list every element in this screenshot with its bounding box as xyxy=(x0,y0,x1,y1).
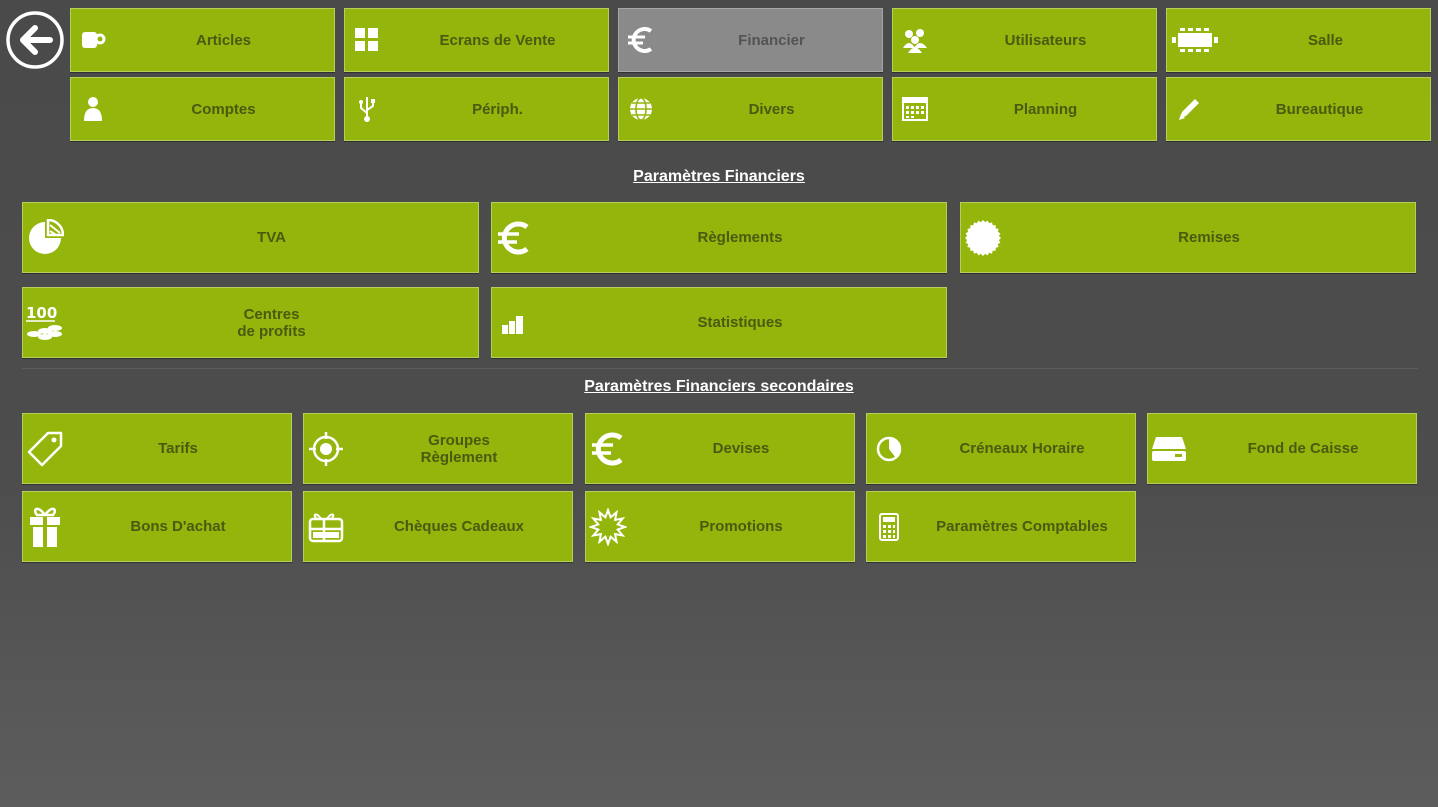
tile-label: Promotions xyxy=(699,518,783,535)
bar-chart-icon xyxy=(494,303,534,343)
devises-button[interactable]: Devises xyxy=(585,413,855,484)
nav-tab-articles[interactable]: Articles xyxy=(70,8,335,72)
nav-tab-label: Utilisateurs xyxy=(1004,31,1087,49)
pencil-icon xyxy=(1169,89,1209,129)
calendar-icon xyxy=(895,89,935,129)
nav-tab-label: Bureautique xyxy=(1275,100,1364,118)
arrow-left-circle-icon xyxy=(6,11,64,69)
calculator-icon xyxy=(869,507,909,547)
promotions-button[interactable]: Promotions xyxy=(585,491,855,562)
cash-drawer-icon xyxy=(1150,429,1190,469)
tile-label: Tarifs xyxy=(158,440,198,457)
euro-icon xyxy=(588,429,628,469)
nav-tab-label: Comptes xyxy=(191,100,256,118)
centres-de-profits-button[interactable]: 100 Centres de profits xyxy=(22,287,479,358)
section-title-parametres-financiers: Paramètres Financiers xyxy=(633,168,805,185)
nav-tab-utilisateurs[interactable]: Utilisateurs xyxy=(892,8,1157,72)
tile-label: Créneaux Horaire xyxy=(959,440,1085,457)
nav-tab-comptes[interactable]: Comptes xyxy=(70,77,335,141)
tarifs-button[interactable]: Tarifs xyxy=(22,413,292,484)
gift-icon xyxy=(25,507,65,547)
cup-icon xyxy=(73,20,113,60)
reglements-button[interactable]: Règlements xyxy=(491,202,947,273)
user-icon xyxy=(73,89,113,129)
nav-tab-label: Salle xyxy=(1307,31,1344,49)
bons-d-achat-button[interactable]: Bons D'achat xyxy=(22,491,292,562)
nav-tab-ecrans-de-vente[interactable]: Ecrans de Vente xyxy=(344,8,609,72)
users-icon xyxy=(895,20,935,60)
remises-button[interactable]: Remises xyxy=(960,202,1416,273)
nav-tab-divers[interactable]: Divers xyxy=(618,77,883,141)
nav-tab-label: Financier xyxy=(738,31,805,49)
tile-label: Paramètres Comptables xyxy=(936,518,1108,535)
tag-icon xyxy=(25,429,65,469)
table-icon xyxy=(1169,20,1221,60)
globe-icon xyxy=(621,89,661,129)
tile-label: Bons D'achat xyxy=(130,518,226,535)
tile-label: Statistiques xyxy=(697,314,783,331)
section-title-parametres-financiers-secondaires: Paramètres Financiers secondaires xyxy=(584,378,854,395)
target-icon xyxy=(306,429,346,469)
groupes-reglement-button[interactable]: Groupes Règlement xyxy=(303,413,573,484)
nav-tab-bureautique[interactable]: Bureautique xyxy=(1166,77,1431,141)
starburst-icon xyxy=(588,507,628,547)
usb-icon xyxy=(347,89,387,129)
tile-label: Chèques Cadeaux xyxy=(393,518,525,535)
parametres-comptables-button[interactable]: Paramètres Comptables xyxy=(866,491,1136,562)
grid-icon xyxy=(347,20,387,60)
tile-label: Fond de Caisse xyxy=(1247,440,1359,457)
section-divider xyxy=(22,368,1418,369)
creneaux-horaire-button[interactable]: Créneaux Horaire xyxy=(866,413,1136,484)
tile-label: TVA xyxy=(257,229,286,246)
nav-tab-label: Ecrans de Vente xyxy=(439,31,556,49)
statistiques-button[interactable]: Statistiques xyxy=(491,287,947,358)
tile-label: Groupes Règlement xyxy=(420,431,498,466)
nav-tab-planning[interactable]: Planning xyxy=(892,77,1157,141)
clock-pie-icon xyxy=(869,429,909,469)
gift-card-icon xyxy=(306,507,346,547)
nav-tab-label: Divers xyxy=(748,100,795,118)
tile-label: Devises xyxy=(712,440,770,457)
nav-tab-label: Planning xyxy=(1013,100,1078,118)
nav-tab-financier[interactable]: Financier xyxy=(618,8,883,72)
badge-icon xyxy=(963,218,1003,258)
cheques-cadeaux-button[interactable]: Chèques Cadeaux xyxy=(303,491,573,562)
coins-icon: 100 xyxy=(25,303,65,343)
nav-tab-label: Périph. xyxy=(472,100,523,118)
euro-icon xyxy=(621,20,661,60)
tva-button[interactable]: TVA xyxy=(22,202,479,273)
svg-text:100: 100 xyxy=(26,304,57,322)
nav-tab-label: Articles xyxy=(195,31,252,49)
tile-label: Centres de profits xyxy=(237,305,306,340)
nav-tab-periph[interactable]: Périph. xyxy=(344,77,609,141)
euro-icon xyxy=(494,218,534,258)
fond-de-caisse-button[interactable]: Fond de Caisse xyxy=(1147,413,1417,484)
pie-chart-icon xyxy=(25,218,65,258)
tile-label: Règlements xyxy=(697,229,783,246)
back-button[interactable] xyxy=(6,11,64,69)
tile-label: Remises xyxy=(1178,229,1240,246)
nav-tab-salle[interactable]: Salle xyxy=(1166,8,1431,72)
